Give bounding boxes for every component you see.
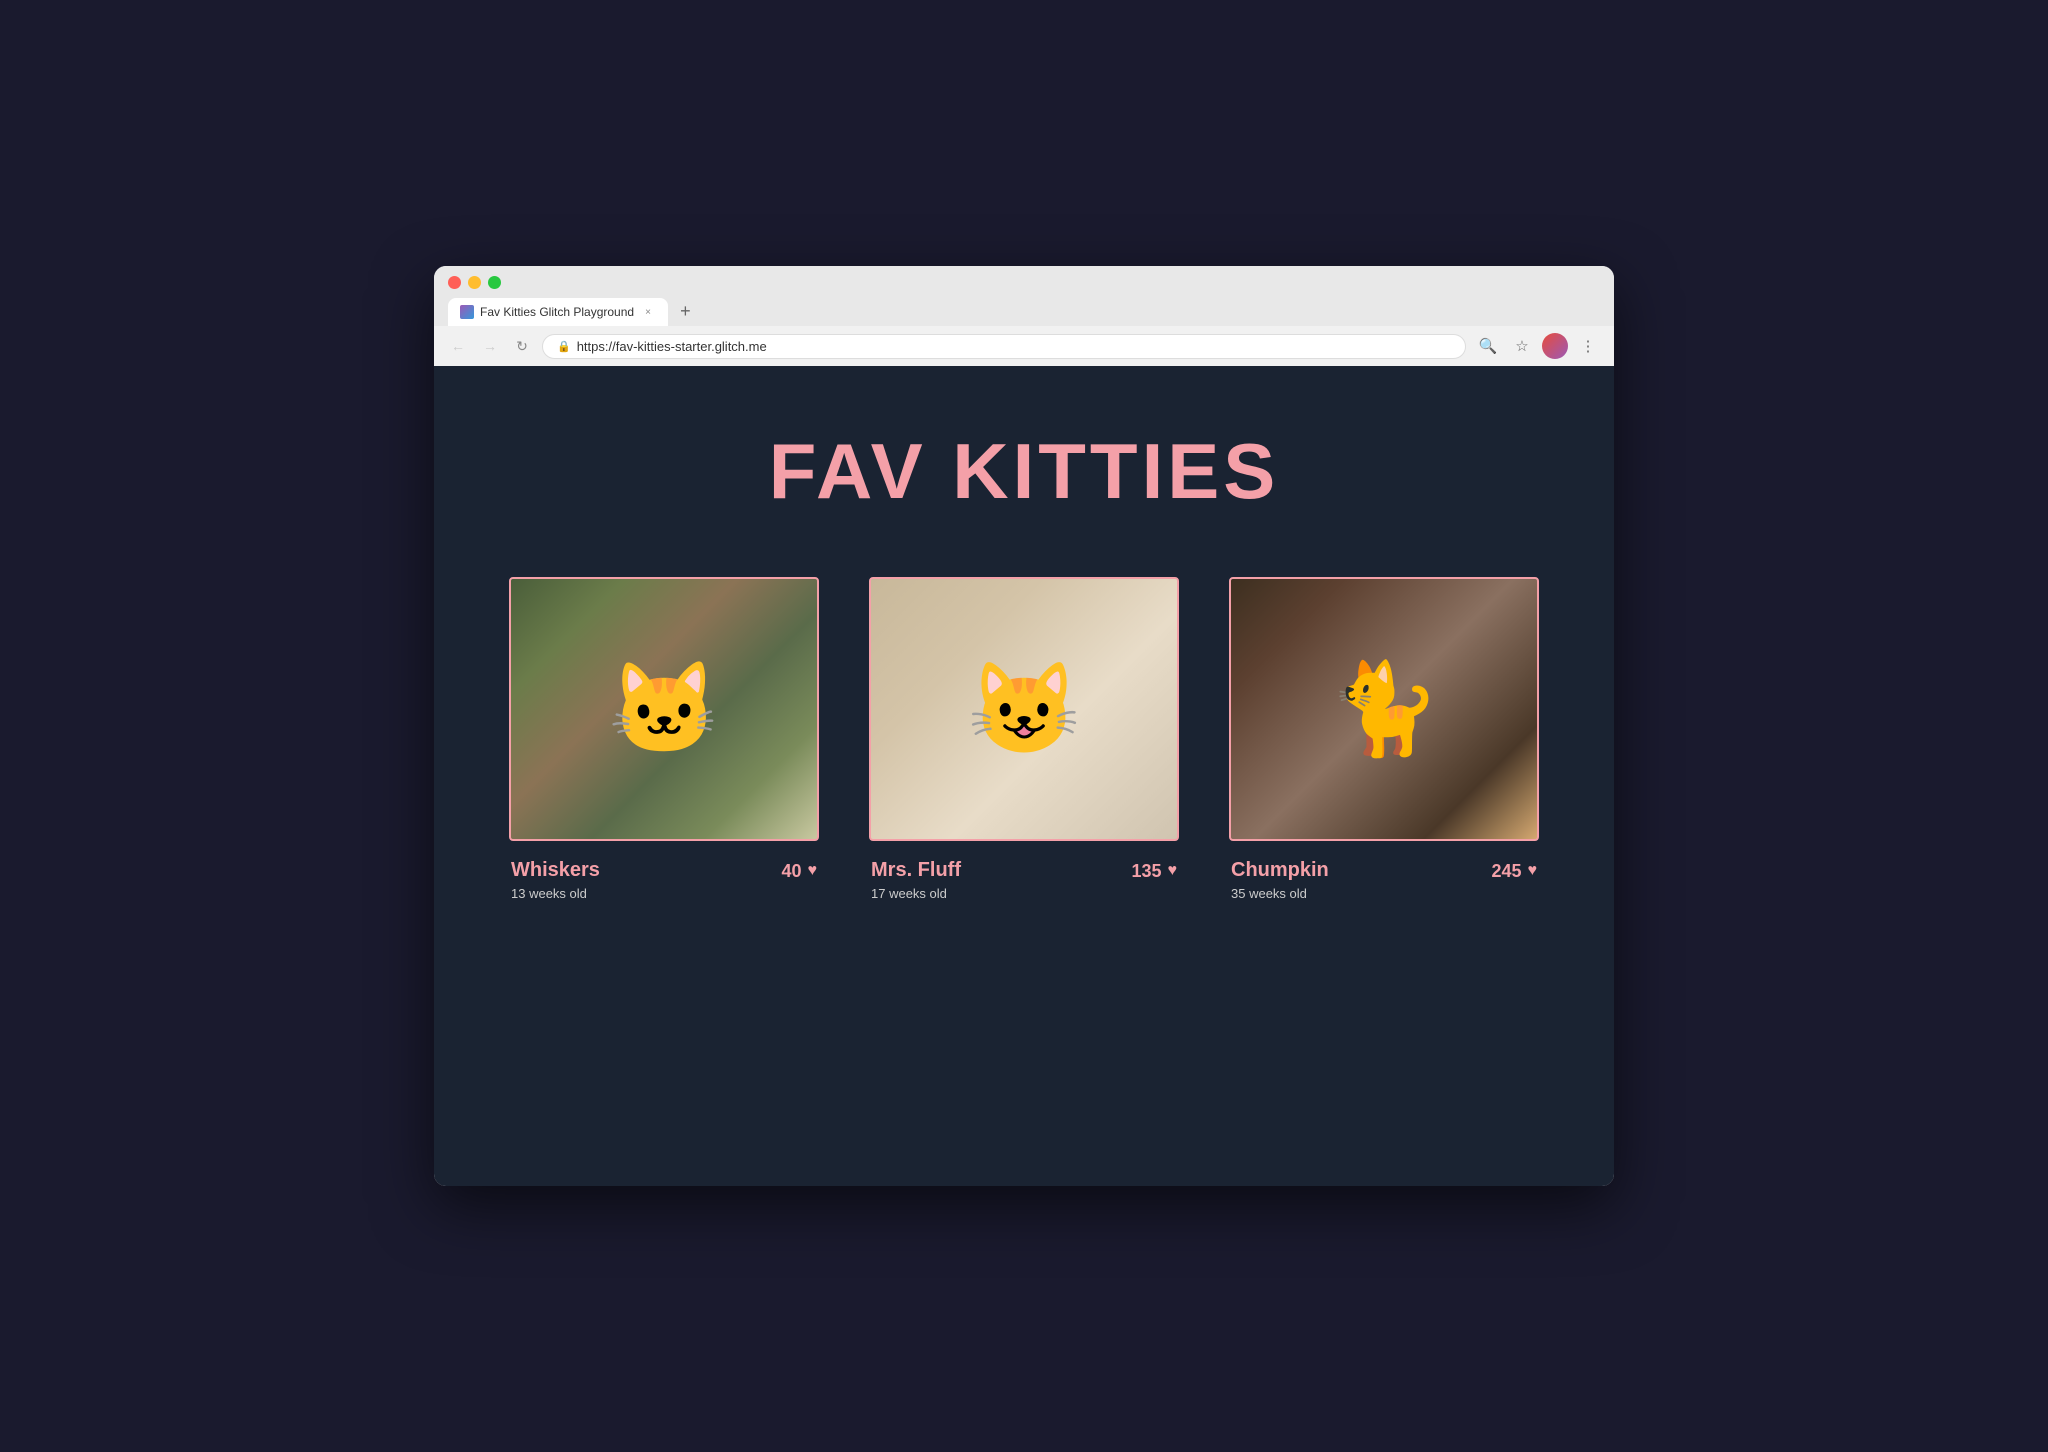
vote-count-chumpkin: 245 bbox=[1491, 861, 1521, 882]
address-bar[interactable]: 🔒 https://fav-kitties-starter.glitch.me bbox=[542, 334, 1466, 359]
kitty-votes-whiskers[interactable]: 40 ♥ bbox=[781, 861, 817, 882]
heart-icon-chumpkin: ♥ bbox=[1528, 862, 1538, 880]
kitty-card: Chumpkin 35 weeks old 245 ♥ bbox=[1229, 577, 1539, 901]
reload-button[interactable]: ↻ bbox=[510, 334, 534, 358]
heart-icon-whiskers: ♥ bbox=[808, 862, 818, 880]
kitty-image-whiskers[interactable] bbox=[509, 577, 819, 841]
back-button[interactable]: ← bbox=[446, 334, 470, 358]
site-title: FAV KITTIES bbox=[769, 426, 1280, 517]
kitty-age-chumpkin: 35 weeks old bbox=[1231, 886, 1329, 901]
kitty-votes-chumpkin[interactable]: 245 ♥ bbox=[1491, 861, 1537, 882]
menu-button[interactable]: ⋮ bbox=[1574, 332, 1602, 360]
lock-icon: 🔒 bbox=[557, 340, 571, 353]
kitty-name-age-whiskers: Whiskers 13 weeks old bbox=[511, 859, 600, 901]
kitty-name-age-chumpkin: Chumpkin 35 weeks old bbox=[1231, 859, 1329, 901]
maximize-button[interactable] bbox=[488, 276, 501, 289]
tab-close-button[interactable]: × bbox=[640, 304, 656, 320]
bookmark-button[interactable]: ☆ bbox=[1508, 332, 1536, 360]
kitty-info-whiskers: Whiskers 13 weeks old 40 ♥ bbox=[509, 859, 819, 901]
address-text: https://fav-kitties-starter.glitch.me bbox=[577, 339, 767, 354]
kitty-info-mrsfluff: Mrs. Fluff 17 weeks old 135 ♥ bbox=[869, 859, 1179, 901]
tab-label: Fav Kitties Glitch Playground bbox=[480, 305, 634, 319]
kitty-name-mrsfluff: Mrs. Fluff bbox=[871, 859, 961, 882]
kitty-image-chumpkin[interactable] bbox=[1229, 577, 1539, 841]
kitty-age-whiskers: 13 weeks old bbox=[511, 886, 600, 901]
kitty-votes-mrsfluff[interactable]: 135 ♥ bbox=[1131, 861, 1177, 882]
forward-button[interactable]: → bbox=[478, 334, 502, 358]
kitty-image-mrsfluff[interactable] bbox=[869, 577, 1179, 841]
address-bar-row: ← → ↻ 🔒 https://fav-kitties-starter.glit… bbox=[434, 326, 1614, 366]
traffic-lights bbox=[448, 276, 1600, 289]
avatar[interactable] bbox=[1542, 333, 1568, 359]
tab-favicon bbox=[460, 305, 474, 319]
minimize-button[interactable] bbox=[468, 276, 481, 289]
vote-count-mrsfluff: 135 bbox=[1131, 861, 1161, 882]
kitty-name-age-mrsfluff: Mrs. Fluff 17 weeks old bbox=[871, 859, 961, 901]
browser-window: Fav Kitties Glitch Playground × + ← → ↻ … bbox=[434, 266, 1614, 1186]
heart-icon-mrsfluff: ♥ bbox=[1168, 862, 1178, 880]
kitties-grid: Whiskers 13 weeks old 40 ♥ Mrs. Fluff 17… bbox=[474, 577, 1574, 901]
kitty-info-chumpkin: Chumpkin 35 weeks old 245 ♥ bbox=[1229, 859, 1539, 901]
tabs-row: Fav Kitties Glitch Playground × + bbox=[448, 297, 1600, 326]
toolbar-right: 🔍 ☆ ⋮ bbox=[1474, 332, 1602, 360]
new-tab-button[interactable]: + bbox=[672, 297, 699, 326]
vote-count-whiskers: 40 bbox=[781, 861, 801, 882]
title-bar: Fav Kitties Glitch Playground × + bbox=[434, 266, 1614, 326]
kitty-age-mrsfluff: 17 weeks old bbox=[871, 886, 961, 901]
search-button[interactable]: 🔍 bbox=[1474, 332, 1502, 360]
browser-content: FAV KITTIES Whiskers 13 weeks old 40 ♥ bbox=[434, 366, 1614, 1186]
kitty-name-chumpkin: Chumpkin bbox=[1231, 859, 1329, 882]
close-button[interactable] bbox=[448, 276, 461, 289]
active-tab[interactable]: Fav Kitties Glitch Playground × bbox=[448, 298, 668, 326]
kitty-name-whiskers: Whiskers bbox=[511, 859, 600, 882]
kitty-card: Whiskers 13 weeks old 40 ♥ bbox=[509, 577, 819, 901]
kitty-card: Mrs. Fluff 17 weeks old 135 ♥ bbox=[869, 577, 1179, 901]
